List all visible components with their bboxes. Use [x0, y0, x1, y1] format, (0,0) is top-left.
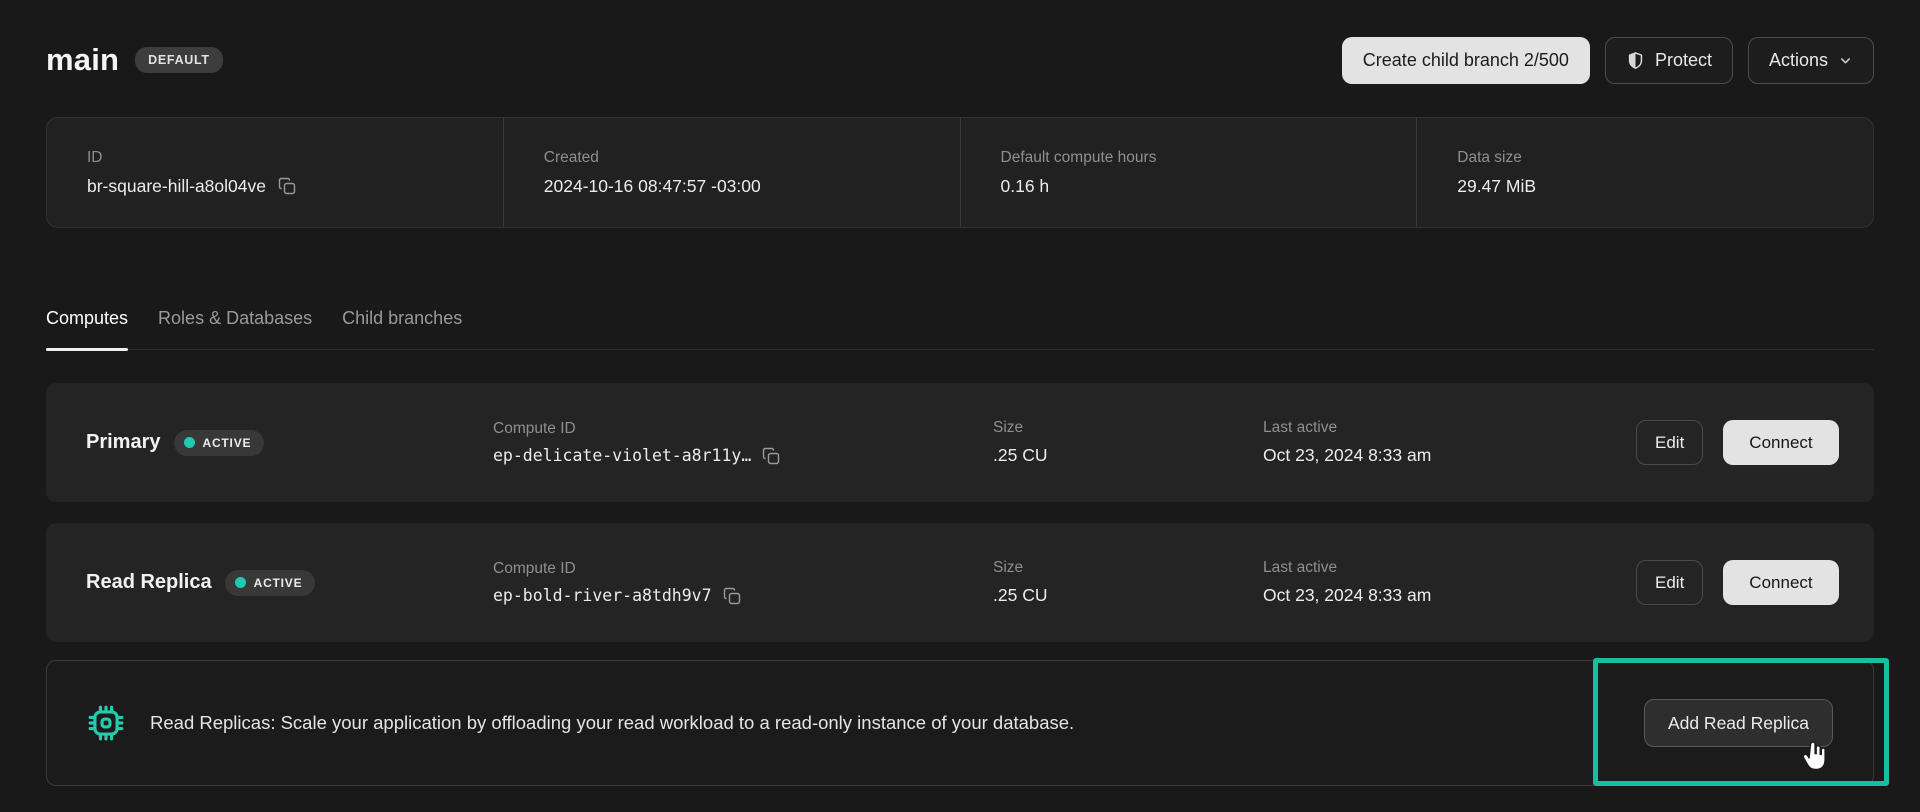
create-child-branch-label: Create child branch 2/500 — [1363, 50, 1569, 71]
status-label: ACTIVE — [254, 576, 303, 590]
actions-button[interactable]: Actions — [1748, 37, 1874, 84]
info-field-created: Created 2024-10-16 08:47:57 -03:00 — [503, 118, 960, 227]
compute-id-label: Compute ID — [493, 420, 993, 438]
created-value: 2024-10-16 08:47:57 -03:00 — [544, 176, 920, 197]
read-replica-banner: Read Replicas: Scale your application by… — [46, 660, 1874, 786]
size-value: .25 CU — [993, 585, 1263, 606]
data-size-value: 29.47 MiB — [1457, 176, 1833, 197]
banner-text: Read Replicas: Scale your application by… — [150, 712, 1074, 734]
shield-icon — [1626, 51, 1645, 70]
page-title: main — [46, 42, 119, 78]
row-actions: Edit Connect — [1636, 560, 1839, 605]
info-field-id: ID br-square-hill-a8ol04ve — [47, 118, 503, 227]
default-badge: DEFAULT — [135, 47, 223, 73]
compute-id-cell: Compute ID ep-bold-river-a8tdh9v7 — [493, 560, 993, 606]
status-badge: ACTIVE — [225, 570, 316, 596]
row-actions: Edit Connect — [1636, 420, 1839, 465]
chevron-down-icon — [1838, 53, 1853, 68]
compute-id-value: ep-bold-river-a8tdh9v7 — [493, 586, 712, 605]
compute-id-value-row: ep-delicate-violet-a8r11y… — [493, 446, 993, 466]
status-label: ACTIVE — [203, 436, 252, 450]
edit-button[interactable]: Edit — [1636, 560, 1703, 605]
size-label: Size — [993, 419, 1263, 437]
compute-id-value-row: ep-bold-river-a8tdh9v7 — [493, 586, 993, 606]
compute-row-primary: Primary ACTIVE Compute ID ep-delicate-vi… — [46, 383, 1874, 502]
edit-button[interactable]: Edit — [1636, 420, 1703, 465]
compute-name-group: Read Replica ACTIVE — [86, 570, 493, 596]
size-value: .25 CU — [993, 445, 1263, 466]
tab-roles-databases[interactable]: Roles & Databases — [158, 308, 312, 349]
size-cell: Size .25 CU — [993, 419, 1263, 466]
copy-branch-id-button[interactable] — [277, 176, 297, 196]
info-label: Default compute hours — [1001, 149, 1377, 167]
connect-button[interactable]: Connect — [1723, 420, 1838, 465]
copy-compute-id-button[interactable] — [722, 586, 742, 606]
branch-info-card: ID br-square-hill-a8ol04ve Created 2024-… — [46, 117, 1874, 228]
last-active-value: Oct 23, 2024 8:33 am — [1263, 445, 1636, 466]
info-field-compute-hours: Default compute hours 0.16 h — [960, 118, 1417, 227]
compute-name-group: Primary ACTIVE — [86, 430, 493, 456]
add-read-replica-button[interactable]: Add Read Replica — [1644, 699, 1833, 747]
compute-name: Read Replica — [86, 571, 212, 594]
compute-row-read-replica: Read Replica ACTIVE Compute ID ep-bold-r… — [46, 523, 1874, 642]
tab-child-branches[interactable]: Child branches — [342, 308, 462, 349]
info-label: Data size — [1457, 149, 1833, 167]
last-active-cell: Last active Oct 23, 2024 8:33 am — [1263, 559, 1636, 606]
last-active-label: Last active — [1263, 559, 1636, 577]
protect-button[interactable]: Protect — [1605, 37, 1733, 84]
compute-hours-value: 0.16 h — [1001, 176, 1377, 197]
compute-name: Primary — [86, 431, 161, 454]
create-child-branch-button[interactable]: Create child branch 2/500 — [1342, 37, 1590, 84]
tab-computes[interactable]: Computes — [46, 308, 128, 349]
connect-button[interactable]: Connect — [1723, 560, 1838, 605]
status-dot — [235, 577, 246, 588]
copy-compute-id-button[interactable] — [761, 446, 781, 466]
size-cell: Size .25 CU — [993, 559, 1263, 606]
chip-icon — [87, 704, 125, 742]
info-label: Created — [544, 149, 920, 167]
branch-id-value-row: br-square-hill-a8ol04ve — [87, 176, 463, 197]
header-actions: Create child branch 2/500 Protect Action… — [1342, 37, 1874, 84]
copy-icon — [722, 586, 742, 606]
size-label: Size — [993, 559, 1263, 577]
compute-id-value: ep-delicate-violet-a8r11y… — [493, 446, 751, 465]
protect-label: Protect — [1655, 50, 1712, 71]
last-active-cell: Last active Oct 23, 2024 8:33 am — [1263, 419, 1636, 466]
last-active-label: Last active — [1263, 419, 1636, 437]
copy-icon — [277, 176, 297, 196]
page-header: main DEFAULT Create child branch 2/500 P… — [46, 36, 1874, 84]
branch-id-value: br-square-hill-a8ol04ve — [87, 176, 266, 197]
info-label: ID — [87, 149, 463, 167]
actions-label: Actions — [1769, 50, 1828, 71]
branch-title-group: main DEFAULT — [46, 42, 223, 78]
status-dot — [184, 437, 195, 448]
status-badge: ACTIVE — [174, 430, 265, 456]
branch-tabs: Computes Roles & Databases Child branche… — [46, 308, 1874, 350]
copy-icon — [761, 446, 781, 466]
info-field-data-size: Data size 29.47 MiB — [1416, 118, 1873, 227]
branch-detail-page: main DEFAULT Create child branch 2/500 P… — [0, 0, 1920, 812]
compute-id-cell: Compute ID ep-delicate-violet-a8r11y… — [493, 420, 993, 466]
last-active-value: Oct 23, 2024 8:33 am — [1263, 585, 1636, 606]
compute-id-label: Compute ID — [493, 560, 993, 578]
